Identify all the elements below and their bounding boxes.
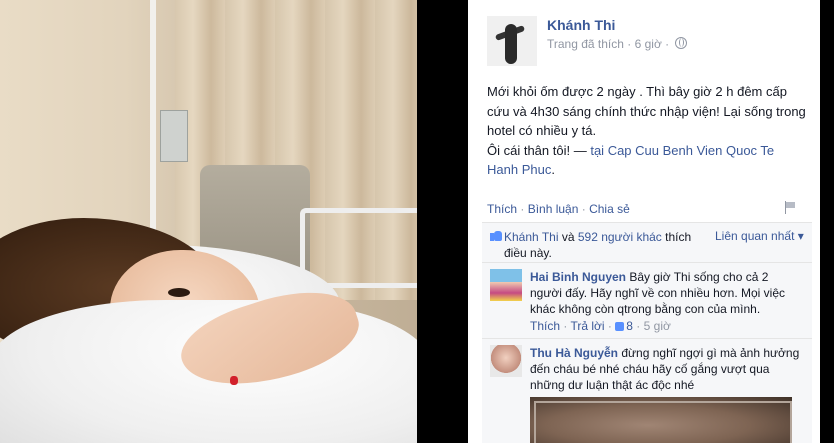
like-button[interactable]: Thích (487, 202, 517, 216)
post-actions: Thích · Bình luận · Chia sẻ (487, 202, 630, 216)
post-text-end: . (551, 162, 555, 177)
tai-link[interactable]: tại (590, 143, 604, 158)
post-header: Khánh Thi Trang đã thích · 6 giờ · (487, 16, 807, 66)
post-text-line1: Mới khỏi ốm được 2 ngày . Thì bây giờ 2 … (487, 84, 806, 138)
commenter-avatar[interactable] (490, 269, 522, 301)
separator: · (607, 319, 612, 333)
post-side-panel: Khánh Thi Trang đã thích · 6 giờ · Mới k… (468, 0, 820, 443)
commenter-name[interactable]: Thu Hà Nguyễn (530, 346, 618, 360)
comment-item: Thu Hà Nguyễn đừng nghĩ ngợi gì mà ảnh h… (482, 338, 812, 443)
photo-eye (168, 288, 190, 297)
author-avatar[interactable] (487, 16, 537, 66)
thumbs-up-icon (615, 322, 625, 331)
comment-like-count[interactable]: 8 (615, 319, 633, 333)
likes-summary: Khánh Thi và 592 người khác thích điều n… (482, 222, 812, 263)
sort-dropdown[interactable]: Liên quan nhất ▾ (715, 229, 804, 243)
like-count-value: 8 (626, 319, 633, 333)
flag-icon[interactable] (784, 201, 796, 214)
avatar-figure (505, 24, 517, 64)
photo-iv-pole (150, 0, 156, 260)
comment-like-button[interactable]: Thích (530, 319, 560, 333)
comment-body: Hai Binh Nguyen Bây giờ Thi sống cho cả … (530, 269, 800, 317)
globe-icon[interactable] (674, 37, 687, 49)
comment-body: Thu Hà Nguyễn đừng nghĩ ngợi gì mà ảnh h… (530, 345, 800, 393)
comment-button[interactable]: Bình luận (528, 202, 579, 216)
comment-time[interactable]: 5 giờ (644, 319, 671, 333)
separator: · (517, 202, 528, 216)
post-text: Mới khỏi ốm được 2 ngày . Thì bây giờ 2 … (487, 82, 807, 180)
comment-attached-photo[interactable] (530, 397, 792, 443)
commenter-avatar[interactable] (490, 345, 522, 377)
comment-actions: Thích · Trả lời · 8 · 5 giờ (530, 319, 671, 333)
photo-wall-panel (160, 110, 188, 162)
post-text-line2: Ôi cái thân tôi! — (487, 142, 591, 158)
commenter-name[interactable]: Hai Binh Nguyen (530, 270, 626, 284)
photo-nail (230, 376, 238, 385)
likes-and: và (558, 230, 578, 244)
others-link[interactable]: 592 người khác (578, 230, 662, 244)
liker-name-link[interactable]: Khánh Thi (504, 230, 559, 244)
share-button[interactable]: Chia sẻ (589, 202, 630, 216)
separator: · (563, 319, 568, 333)
comment-reply-button[interactable]: Trả lời (570, 319, 604, 333)
comment-item: Hai Binh Nguyen Bây giờ Thi sống cho cả … (482, 262, 812, 339)
post-meta: Trang đã thích · 6 giờ · (547, 37, 687, 51)
separator: · (636, 319, 641, 333)
post-photo[interactable] (0, 0, 417, 443)
author-name[interactable]: Khánh Thi (547, 17, 615, 33)
likes-text: Khánh Thi và 592 người khác thích điều n… (504, 229, 704, 261)
thumbs-up-icon (490, 229, 502, 241)
separator: · (578, 202, 590, 216)
post-meta-text: Trang đã thích · 6 giờ · (547, 37, 670, 51)
